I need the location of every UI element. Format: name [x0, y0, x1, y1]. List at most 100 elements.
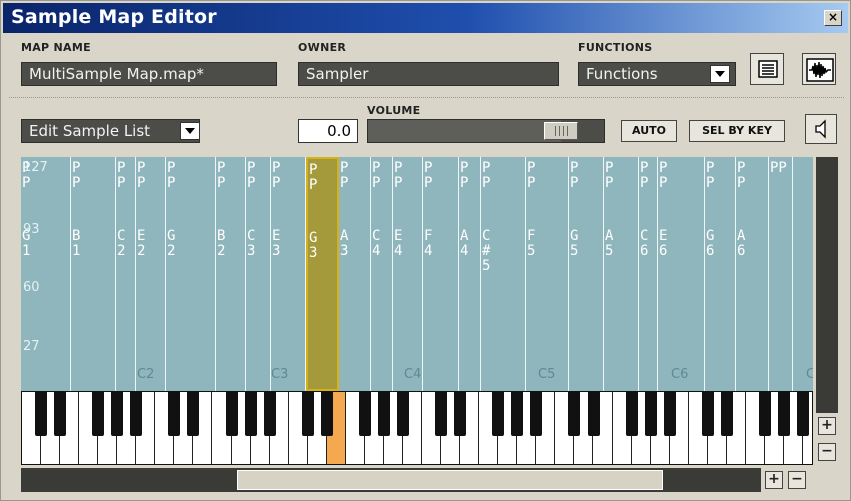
zone-note-label: A3 [340, 228, 349, 259]
sample-zone[interactable]: PP G5 [569, 157, 604, 391]
zone-top-label: PP [770, 160, 787, 176]
sample-map-editor-window: Sample Map Editor × MAP NAME MultiSample… [0, 0, 851, 501]
vertical-scrollbar[interactable] [816, 157, 838, 413]
zone-top-label: PP [72, 160, 81, 191]
octave-label: C [806, 367, 813, 382]
zone-top-label: PP [659, 160, 668, 191]
owner-label: OWNER [298, 41, 347, 54]
sample-zone[interactable]: PP C2 [116, 157, 136, 391]
black-key[interactable] [54, 392, 67, 436]
vertical-zoom-out-button[interactable]: − [818, 443, 836, 461]
sample-zone[interactable]: PP G1 [21, 157, 71, 391]
black-key[interactable] [111, 392, 124, 436]
black-key[interactable] [435, 392, 448, 436]
zone-note-label: G1 [22, 228, 31, 259]
sample-zone[interactable]: PP E4 [393, 157, 423, 391]
black-key[interactable] [130, 392, 143, 436]
edit-mode-dropdown[interactable]: Edit Sample List [21, 119, 200, 143]
sample-zone[interactable]: PP G3 [306, 157, 339, 391]
black-key[interactable] [35, 392, 48, 436]
waveform-button[interactable] [802, 53, 836, 85]
black-key[interactable] [454, 392, 467, 436]
zone-top-label: PP [605, 160, 614, 191]
zone-top-label: PP [527, 160, 536, 191]
horizontal-scrollbar[interactable] [21, 468, 761, 492]
vertical-zoom-in-button[interactable]: + [818, 417, 836, 435]
functions-chevron-down-icon[interactable] [710, 65, 730, 83]
title-bar[interactable]: Sample Map Editor × [3, 3, 848, 33]
speaker-button[interactable] [805, 114, 837, 144]
zone-note-label: E4 [394, 228, 403, 259]
map-name-field[interactable]: MultiSample Map.map* [21, 62, 277, 86]
close-icon: × [827, 10, 839, 24]
close-button[interactable]: × [824, 10, 842, 26]
black-key[interactable] [720, 392, 733, 436]
black-key[interactable] [92, 392, 105, 436]
volume-label: VOLUME [367, 104, 421, 117]
horizontal-zoom-out-button[interactable]: − [788, 471, 806, 489]
auto-button[interactable]: AUTO [621, 120, 677, 142]
black-key[interactable] [511, 392, 524, 436]
black-key[interactable] [244, 392, 257, 436]
horizontal-zoom-in-button[interactable]: + [765, 471, 783, 489]
zone-note-label: C6 [640, 228, 649, 259]
sample-zone[interactable]: PP C6 [639, 157, 658, 391]
sample-zone[interactable]: PP E6 [658, 157, 705, 391]
black-key[interactable] [778, 392, 790, 436]
sample-zone[interactable]: PP G2 [166, 157, 216, 391]
black-key[interactable] [587, 392, 600, 436]
black-key[interactable] [625, 392, 638, 436]
zone-note-label: B2 [217, 228, 226, 259]
black-key[interactable] [758, 392, 771, 436]
sample-zone[interactable]: PP A5 [604, 157, 639, 391]
sample-zone[interactable]: PP A6 [736, 157, 769, 391]
sample-zone[interactable]: PP A3 [339, 157, 371, 391]
sample-zone[interactable]: PP [769, 157, 793, 391]
octave-label: C3 [271, 367, 289, 382]
volume-slider[interactable] [367, 119, 605, 143]
volume-value-input[interactable]: 0.0 [298, 119, 358, 143]
black-key[interactable] [644, 392, 657, 436]
black-key[interactable] [225, 392, 238, 436]
edit-mode-chevron-down-icon[interactable] [180, 122, 200, 140]
black-key[interactable] [263, 392, 276, 436]
volume-slider-handle[interactable] [544, 122, 578, 140]
list-view-button[interactable] [750, 53, 784, 85]
black-key[interactable] [797, 392, 810, 436]
black-key[interactable] [397, 392, 409, 436]
volume-slider-track [368, 120, 561, 142]
black-key[interactable] [701, 392, 714, 436]
black-key[interactable] [187, 392, 200, 436]
sample-zone[interactable]: PP E2 [136, 157, 166, 391]
sample-zone[interactable]: P P C #5 [481, 157, 526, 391]
sel-by-key-button[interactable]: SEL BY KEY [689, 120, 785, 142]
sample-zone[interactable]: PP B2 [216, 157, 246, 391]
black-key[interactable] [377, 392, 390, 436]
black-key[interactable] [663, 392, 676, 436]
black-key[interactable] [492, 392, 505, 436]
octave-label: C2 [137, 367, 155, 382]
sample-zone[interactable]: PP F5 [526, 157, 569, 391]
zone-note-label: G3 [309, 230, 318, 261]
sample-zone[interactable]: PP F4 [423, 157, 459, 391]
sample-map-grid[interactable]: 127 93 60 27 P P G 1 P P B 1 P P C 2 P P E 2 P P G 2 P P B 2 P P C 3 P P E… [21, 157, 813, 391]
window-title: Sample Map Editor [11, 6, 217, 28]
owner-field[interactable]: Sampler [298, 62, 559, 86]
black-key[interactable] [358, 392, 371, 436]
black-key[interactable] [530, 392, 543, 436]
sample-zone[interactable]: PP A4 [459, 157, 481, 391]
sample-zone[interactable]: PP G6 [705, 157, 736, 391]
zone-top-label: PP [137, 160, 146, 191]
black-key[interactable] [568, 392, 581, 436]
sample-zone[interactable]: PP C4 [371, 157, 393, 391]
sample-zone[interactable]: PP B1 [71, 157, 116, 391]
horizontal-scroll-thumb[interactable] [237, 470, 663, 490]
piano-keyboard[interactable] [21, 391, 813, 465]
zone-note-label: A6 [737, 228, 746, 259]
sample-zone[interactable]: PP C3 [246, 157, 271, 391]
sample-zone[interactable]: PP E3 [271, 157, 306, 391]
black-key[interactable] [168, 392, 181, 436]
black-key[interactable] [320, 392, 333, 436]
black-key[interactable] [301, 392, 314, 436]
zone-note-label: C #5 [482, 228, 491, 274]
